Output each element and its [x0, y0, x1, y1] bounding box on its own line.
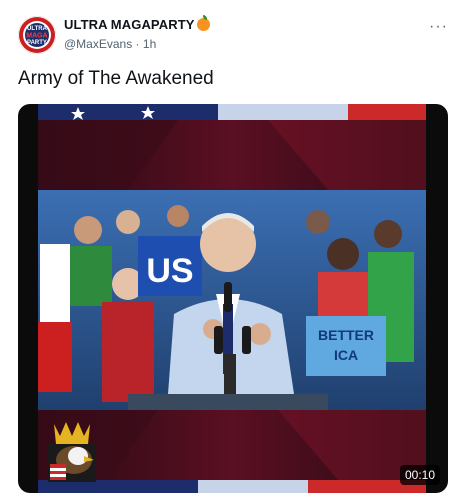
separator: · — [135, 37, 140, 51]
handle-line: @MaxEvans · 1h — [64, 37, 210, 51]
display-name[interactable]: ULTRA MAGAPARTY — [64, 17, 195, 32]
orange-emoji-icon — [196, 15, 210, 31]
sign-us-text: US — [146, 252, 193, 290]
microphone — [224, 282, 232, 312]
avatar[interactable]: ULTRA MAGA PARTY — [18, 16, 56, 54]
tweet-header: ULTRA MAGA PARTY ULTRA MAGAPARTY @MaxEva… — [18, 14, 448, 56]
podium — [128, 394, 328, 410]
handle[interactable]: @MaxEvans — [64, 37, 132, 51]
avatar-text-2: MAGA — [26, 33, 47, 40]
avatar-image: ULTRA MAGA PARTY — [18, 16, 56, 54]
video-player[interactable]: US BETTER ICA 00:10 — [18, 104, 448, 493]
sign-ica-text: ICA — [334, 347, 358, 363]
sign-better — [306, 316, 386, 376]
video-frame: US BETTER ICA — [38, 104, 426, 493]
timestamp[interactable]: 1h — [143, 37, 156, 51]
avatar-text-1: ULTRA — [27, 26, 48, 32]
video-duration: 00:10 — [399, 465, 440, 485]
tweet-text: Army of The Awakened — [18, 68, 214, 89]
sign-better-text: BETTER — [318, 327, 374, 343]
author-block: ULTRA MAGAPARTY @MaxEvans · 1h — [64, 15, 210, 51]
avatar-text-3: PARTY — [27, 40, 47, 46]
more-options-icon[interactable]: ··· — [429, 18, 448, 36]
